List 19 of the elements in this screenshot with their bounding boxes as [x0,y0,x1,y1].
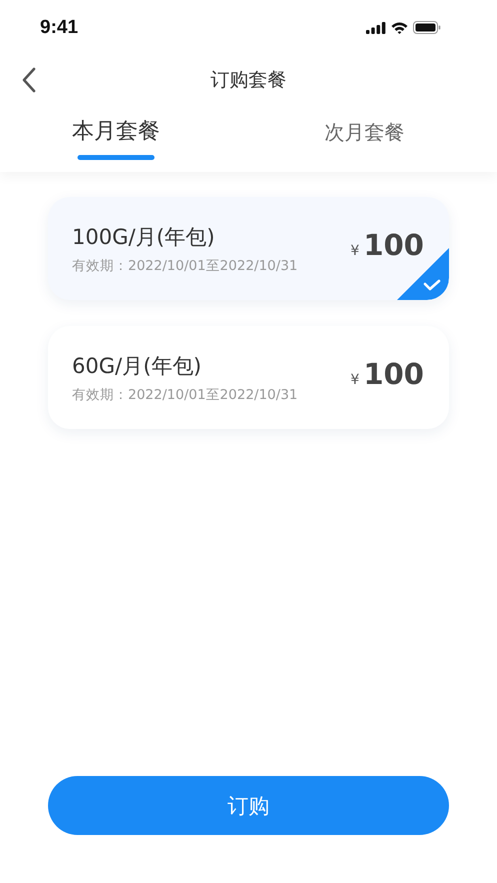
plan-name: 60G/月(年包) [72,352,202,380]
status-time: 9:41 [40,16,78,38]
tab[interactable]: 次月套餐 [232,105,497,172]
plan-card[interactable]: 100G/月(年包) 有效期：2022/10/01至2022/10/31 ¥100 [48,197,449,300]
back-icon[interactable] [22,67,36,93]
price-amount: 100 [363,228,424,262]
validity-text: 有效期：2022/10/01至2022/10/31 [72,386,298,404]
price-amount: 100 [363,356,424,390]
wifi-icon [391,22,408,34]
plan-name: 100G/月(年包) [72,224,216,250]
currency-symbol: ¥ [350,372,360,388]
plan-card[interactable]: 60G/月(年包) 有效期：2022/10/01至2022/10/31 ¥100 [48,326,449,429]
validity-text: 有效期：2022/10/01至2022/10/31 [72,256,298,274]
currency-symbol: ¥ [350,242,360,258]
battery-icon [413,21,441,34]
page-title: 订购套餐 [210,68,286,93]
signal-icon [366,22,386,34]
tab[interactable]: 本月套餐 [0,105,232,172]
order-button[interactable]: 订购 [48,776,449,835]
